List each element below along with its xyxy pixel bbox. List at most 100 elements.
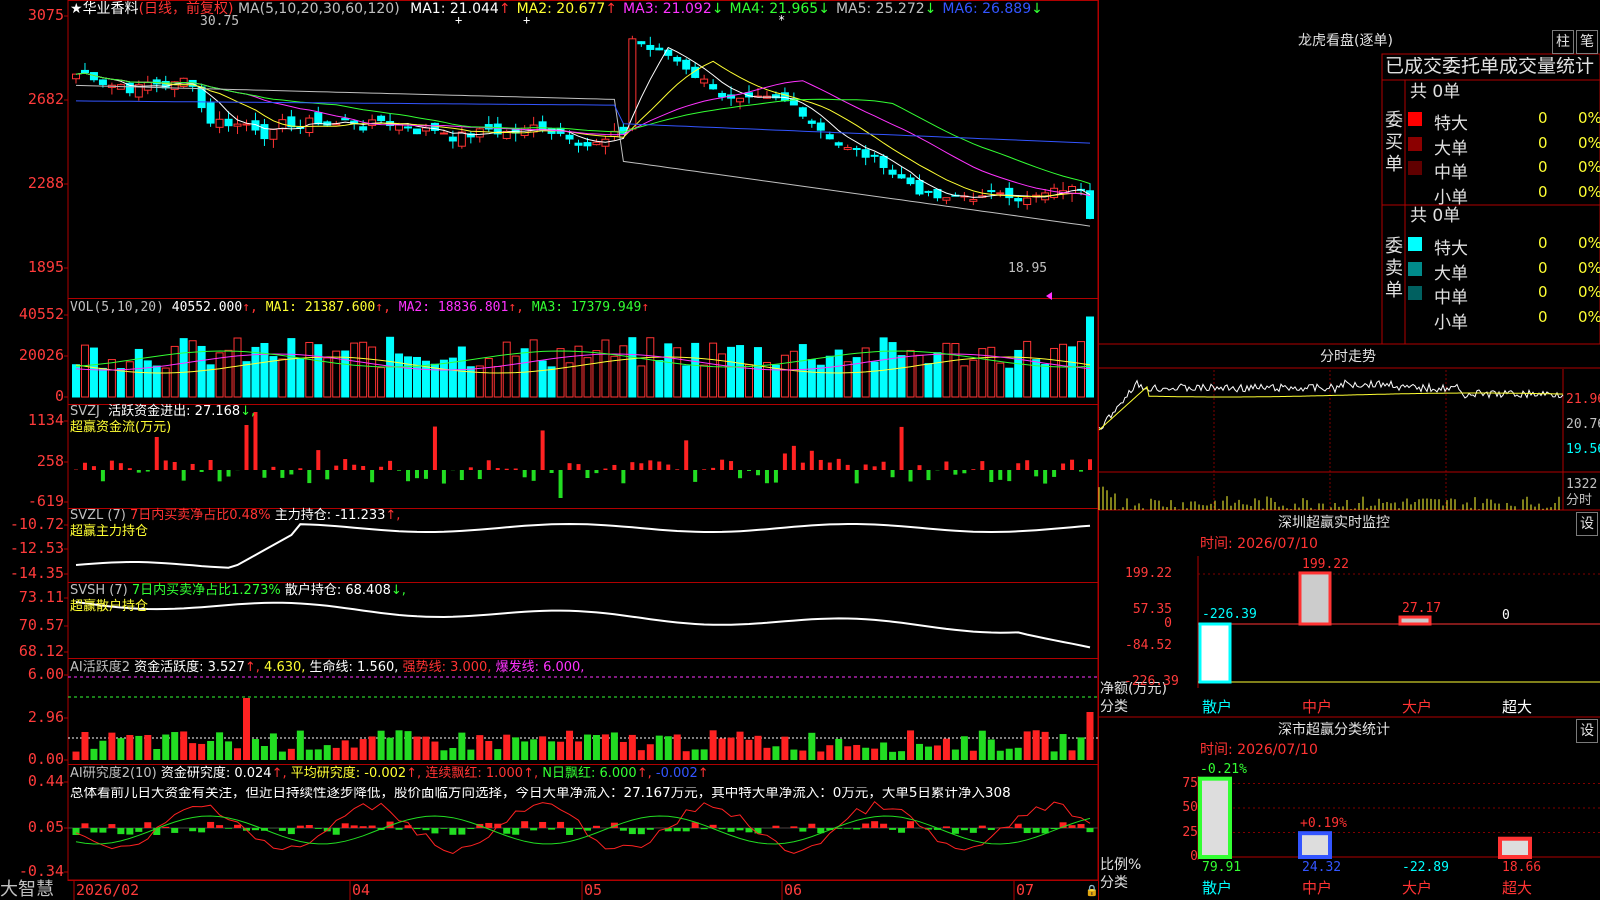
lock-icon[interactable]: 🔒 [1085,885,1099,896]
ai-active-bar [377,730,385,760]
svzj-bar [406,470,411,482]
sz-value-3: 0 [1502,608,1510,623]
sz-ytick-1: 57.35 [1132,602,1172,617]
svzj-bar [755,470,760,476]
ai-active-bar [898,751,906,760]
ai-active-bar [314,749,322,760]
buy-label: 特大 [1434,114,1468,134]
aires-bar [960,828,968,831]
buy-row-3: 小单 0 0% [1408,181,1600,208]
ma6-arrow: ↓ [1031,1,1043,17]
aires-bar [359,826,367,828]
svzj-bar [675,469,680,470]
bar-mode-button[interactable]: 柱 [1552,30,1574,54]
aires-bar [548,828,556,830]
ai-active-bar [189,743,197,760]
ai-active-bar [996,750,1004,760]
svzl-ytick-2: -14.35 [9,564,64,582]
aires-bar [530,828,538,831]
cls-cat-2: 大户 [1402,879,1433,897]
sz-cat-3: 超大 [1502,698,1533,716]
ma-line-3 [75,72,1091,197]
vol-ytick-2: 0 [54,387,64,405]
sz-settings-button[interactable]: 设 [1576,512,1598,536]
vol-bar [107,359,116,398]
ai-active-bar [772,746,780,760]
ai-active-bar [341,740,349,760]
main-charts[interactable]: + + * [0,0,1600,900]
vol-bar [906,349,915,398]
vol-bar [915,354,924,398]
favorite-star-icon[interactable]: ★ [70,1,83,17]
cls-ytick-3: 0 [1190,849,1198,864]
ai-active-bar [727,737,735,760]
ai-active-bar [969,750,977,760]
svzj-bar [558,470,563,498]
vol-bar [233,337,242,398]
stats-tabs[interactable]: 已成交委托单成交量统计 [1385,57,1600,76]
ai-active-bar [700,749,708,760]
ai-active-bar [637,750,645,760]
svzj-bar [962,470,967,474]
aires-bar [162,826,170,828]
ai-active-bar [1005,748,1013,760]
aires-bar [951,828,959,834]
svzj-ytick-0: 1134 [27,411,64,429]
ai-active-bar [404,731,412,760]
aires-bar [1086,828,1094,833]
ai-active-bar [951,749,959,760]
vol-bar [296,358,305,398]
svzj-bar [953,470,958,475]
candle [843,147,852,150]
buy-swatch [1408,161,1422,175]
candle [655,47,664,51]
ai-active-bar [144,734,152,760]
vol-bar [870,361,879,398]
aires-bar [583,828,591,831]
ai-active-bar [99,740,107,760]
buy-pct: 0% [1578,133,1600,152]
aires-bar [171,828,179,833]
svzj-bar [666,464,671,470]
aires-bar [1068,825,1076,828]
candle [700,78,709,84]
vol-bar [448,357,457,398]
cls-value-1: 24.32 [1302,860,1342,875]
aires-bar [673,828,681,832]
vol-bar [529,339,538,398]
aires-bar [727,828,735,832]
ai-active-bar [413,736,421,760]
vol-bar [996,362,1005,398]
cls-cat-3: 超大 [1502,879,1533,897]
sell-swatch [1408,286,1422,300]
svzl-line [75,522,1091,569]
svzj-bar [764,470,769,484]
svsh-ytick-0: 73.11 [18,588,64,606]
aires-bar [251,828,259,831]
svzj-bar [379,466,384,470]
ma6-value: MA6: 26.889 [942,1,1032,17]
sz-ytick-2: 0 [1164,616,1172,631]
vol-bar [377,367,386,398]
vol-bar [350,342,359,398]
aires-bar [808,823,816,828]
ai-active-bar [853,744,861,760]
vol-bar [1023,340,1032,398]
pen-mode-button[interactable]: 笔 [1576,30,1598,54]
svzj-bar [818,459,823,470]
aires-bar [395,828,403,830]
svzj-bar [307,470,312,484]
cls-left-unit: 比例% [1100,857,1142,873]
sz-bar-1 [1298,571,1332,626]
svzj-bar [217,470,222,482]
aires-bar [790,826,798,828]
svzj-bar [827,462,832,470]
vol-bar [1086,316,1094,398]
cls-settings-button[interactable]: 设 [1576,719,1598,743]
candle [987,190,996,193]
vol-bar [1059,343,1068,398]
cls-bar-1 [1298,831,1332,859]
ai-active-bar [754,735,762,760]
x-label-1: 04 [352,881,371,899]
vol-bar [143,360,152,398]
